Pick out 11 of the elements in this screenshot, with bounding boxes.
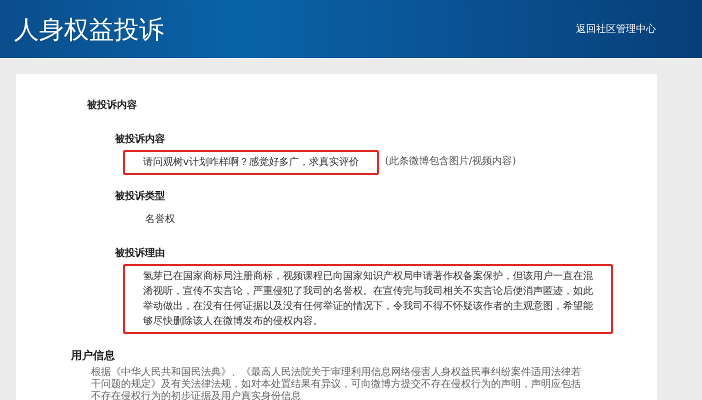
field-label: 被投诉理由 [115, 246, 166, 260]
page-title: 人身权益投诉 [14, 14, 164, 46]
field-value: 氢芽已在国家商标局注册商标，视频课程已向国家知识产权局申请著作权备案保护，但该用户一直在混淆视听，宣传不实言论，严重侵犯了我司的名誉权。在宣传完与我司相关不实言论后便消声匿迹，如此举动做出，在没有任何证据以及没有任何举证的情况下，令我司不得不怀疑该作者的主观意图，希望能够尽快删除该人在微博发布的侵权内容。 [143, 270, 593, 329]
section-title: 被投诉内容 [87, 98, 138, 112]
field-label: 被投诉类型 [115, 190, 166, 203]
section-title: 用户信息 [71, 348, 116, 363]
field-value: 名誉权 [145, 212, 175, 227]
field-note: (此条微博包含图片/视频内容) [384, 154, 516, 168]
back-link[interactable]: 返回社区管理中心 [576, 22, 656, 36]
field-label: 被投诉内容 [115, 132, 166, 146]
field-value: 请问观树v计划咋样啊？感觉好多广，求真实评价 [143, 157, 359, 168]
